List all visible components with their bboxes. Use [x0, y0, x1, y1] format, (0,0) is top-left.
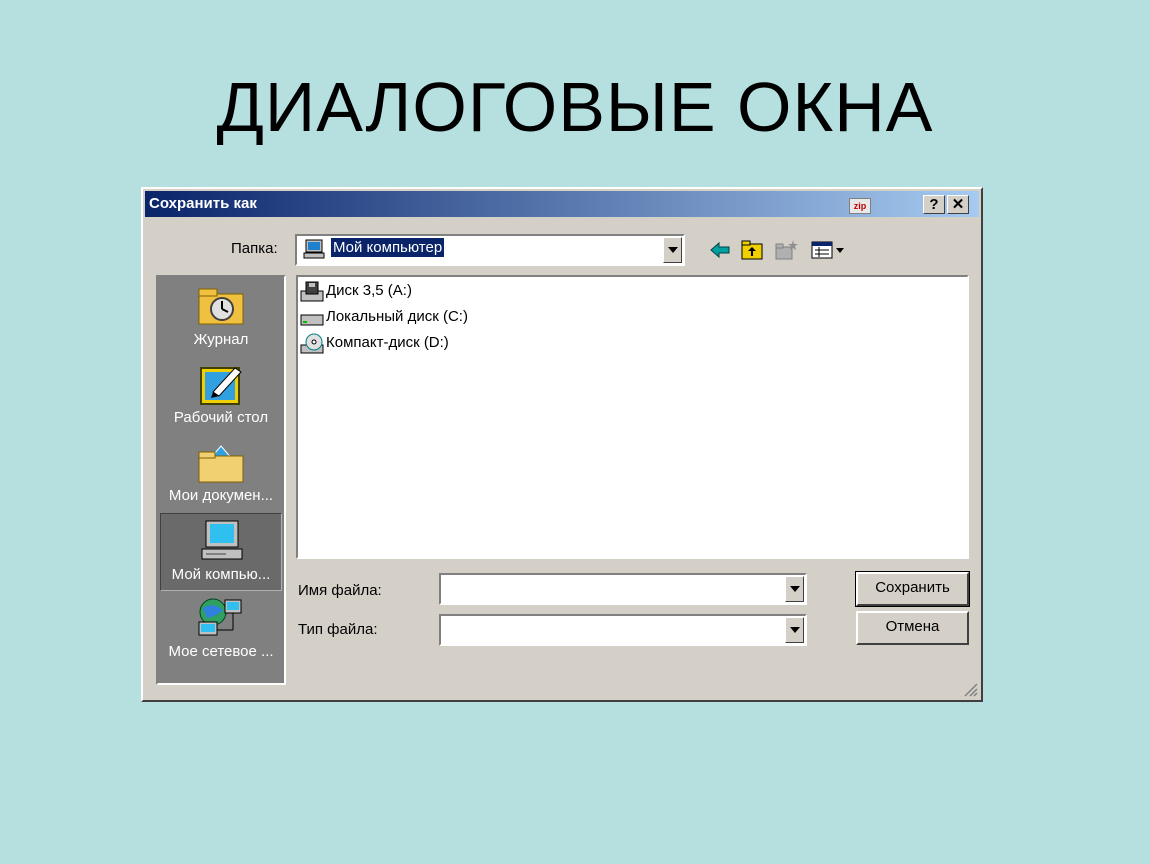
- place-my-documents[interactable]: Мои докумен...: [160, 435, 282, 513]
- file-list[interactable]: Диск 3,5 (A:) Локальный диск (C:) Компак…: [296, 275, 969, 559]
- filename-dropdown-arrow[interactable]: [785, 576, 804, 602]
- folder-value: Мой компьютер: [331, 238, 445, 257]
- filename-field[interactable]: [439, 573, 807, 605]
- dialog-titlebar[interactable]: Сохранить как zip ? ✕: [145, 191, 979, 217]
- filetype-label: Тип файла:: [298, 621, 378, 638]
- folder-dropdown-arrow[interactable]: [663, 237, 682, 263]
- filetype-dropdown-arrow[interactable]: [785, 617, 804, 643]
- help-button[interactable]: ?: [923, 195, 945, 214]
- place-label: Мой компью...: [171, 566, 271, 583]
- save-as-dialog: Сохранить как zip ? ✕ Папка: Мой компьют…: [141, 187, 983, 702]
- back-arrow-icon[interactable]: [708, 238, 732, 262]
- place-label: Рабочий стол: [173, 409, 269, 426]
- cd-drive-icon: [300, 333, 324, 354]
- network-icon: [198, 598, 242, 636]
- save-button[interactable]: Сохранить: [855, 571, 970, 607]
- folder-combo[interactable]: Мой компьютер: [295, 234, 685, 266]
- cancel-button[interactable]: Отмена: [856, 611, 969, 645]
- my-documents-icon: [198, 445, 244, 483]
- place-my-computer[interactable]: Мой компью...: [160, 513, 282, 591]
- resize-grip-icon[interactable]: [962, 681, 978, 697]
- places-bar: Журнал Рабочий стол Мои докумен... Мой к…: [156, 275, 286, 685]
- new-folder-icon[interactable]: [774, 238, 798, 262]
- desktop-icon: [200, 367, 242, 405]
- list-item-label: Локальный диск (C:): [326, 308, 468, 325]
- floppy-drive-icon: [300, 281, 324, 302]
- up-folder-icon[interactable]: [740, 238, 764, 262]
- slide-title: ДИАЛОГОВЫЕ ОКНА: [216, 68, 934, 146]
- my-computer-small-icon: [303, 239, 325, 259]
- close-button[interactable]: ✕: [947, 195, 969, 214]
- dialog-title: Сохранить как: [149, 195, 257, 212]
- place-network[interactable]: Мое сетевое ...: [160, 591, 282, 669]
- filename-label: Имя файла:: [298, 582, 382, 599]
- place-desktop[interactable]: Рабочий стол: [160, 357, 282, 435]
- filetype-select[interactable]: [439, 614, 807, 646]
- zip-icon: zip: [849, 198, 871, 214]
- place-label: Журнал: [193, 331, 249, 348]
- folder-label: Папка:: [231, 240, 278, 257]
- history-icon: [198, 288, 244, 325]
- place-label: Мои докумен...: [168, 487, 274, 504]
- place-history[interactable]: Журнал: [160, 279, 282, 357]
- list-item-label: Диск 3,5 (A:): [326, 282, 412, 299]
- view-menu-icon[interactable]: [810, 238, 850, 262]
- place-label: Мое сетевое ...: [168, 643, 274, 660]
- list-item-label: Компакт-диск (D:): [326, 334, 449, 351]
- hard-drive-icon: [300, 314, 324, 326]
- my-computer-icon: [201, 520, 243, 560]
